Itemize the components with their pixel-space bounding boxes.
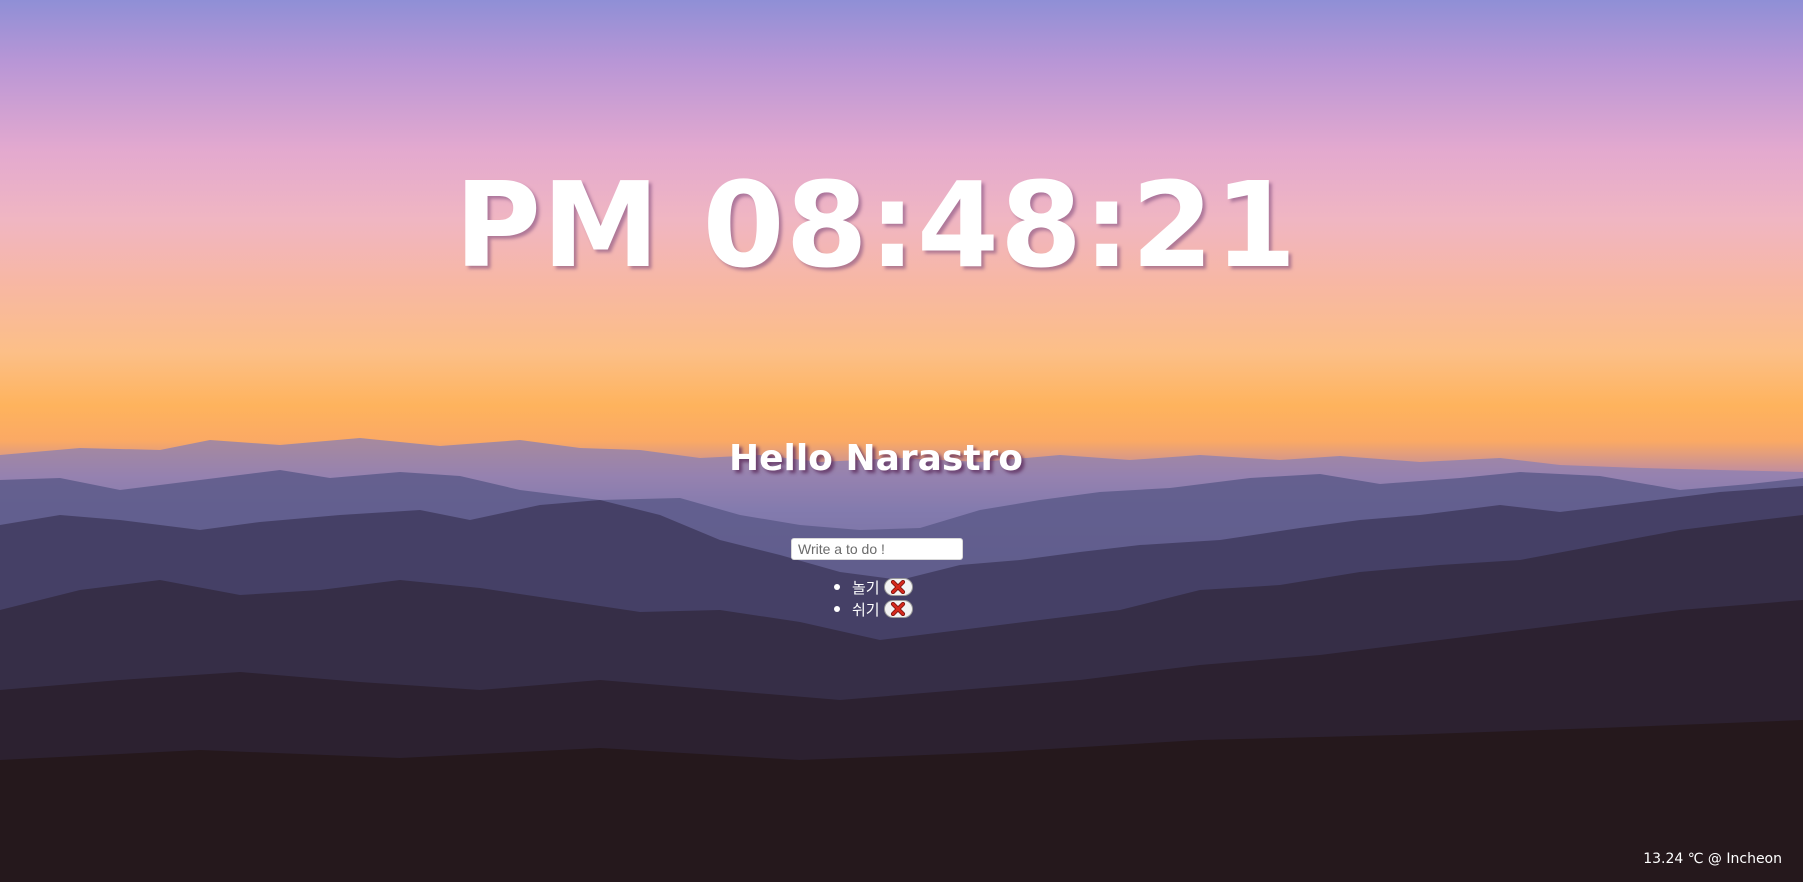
delete-todo-button[interactable] xyxy=(883,578,913,596)
todo-item: 쉬기 xyxy=(834,598,913,620)
clock-display: PM 08:48:21 xyxy=(454,156,1298,294)
red-x-icon xyxy=(891,580,906,594)
delete-todo-button[interactable] xyxy=(883,600,913,618)
todo-form xyxy=(791,538,963,560)
weather-info: 13.24 ℃ @ Incheon xyxy=(1643,851,1782,867)
todo-item: 놀기 xyxy=(834,576,913,598)
todo-text: 쉬기 xyxy=(852,600,880,619)
greeting-text: Hello Narastro xyxy=(728,438,1024,479)
todo-text: 놀기 xyxy=(852,578,880,597)
bullet-icon xyxy=(834,584,840,590)
todo-input[interactable] xyxy=(791,538,963,560)
bullet-icon xyxy=(834,606,840,612)
red-x-icon xyxy=(891,602,906,616)
todo-list: 놀기 쉬기 xyxy=(834,576,913,620)
